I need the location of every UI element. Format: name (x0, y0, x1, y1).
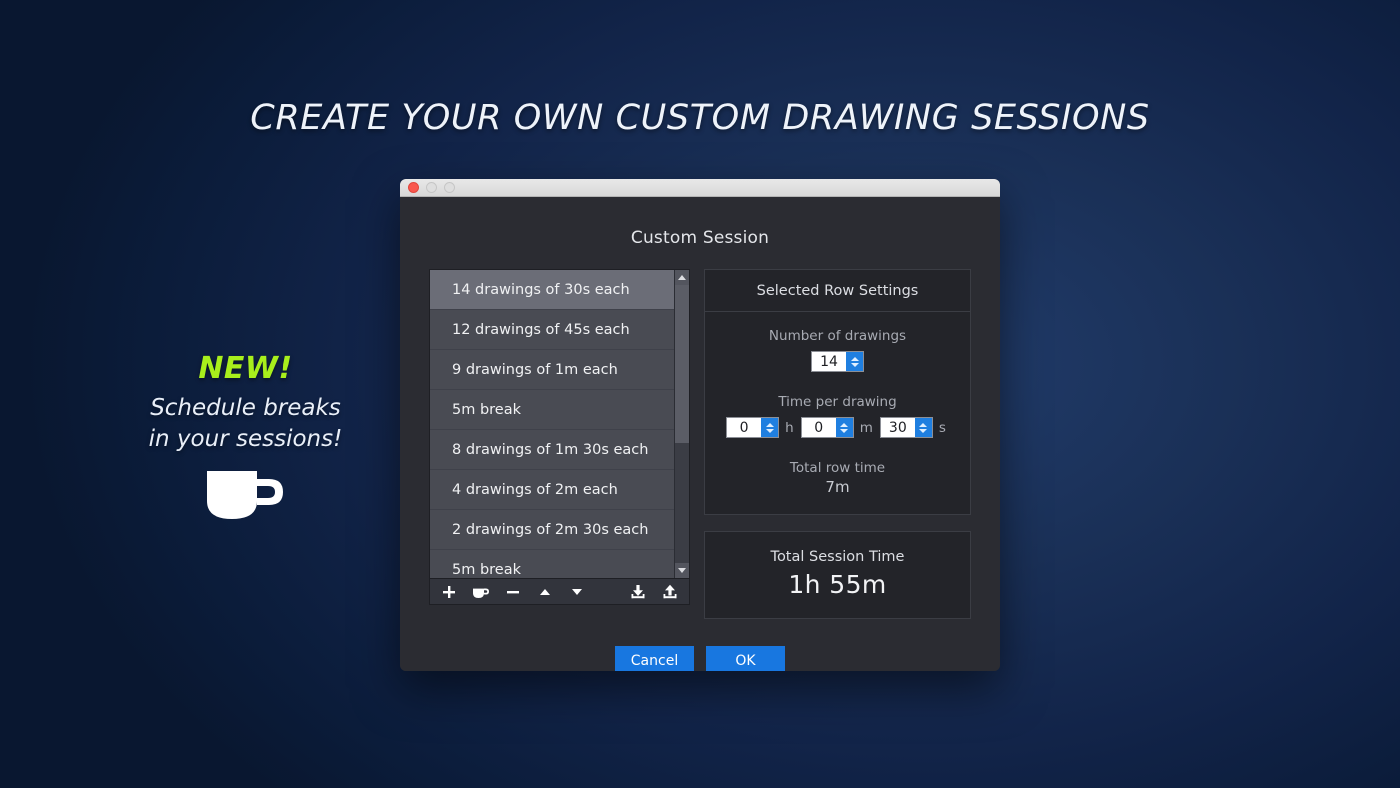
minutes-input[interactable]: 0 (801, 418, 836, 437)
dialog-content: 14 drawings of 30s each 12 drawings of 4… (400, 248, 1000, 619)
panel-body: Number of drawings 14 Time per drawing 0… (705, 312, 970, 514)
triangle-down-icon (678, 568, 687, 573)
chevron-down-icon[interactable] (840, 428, 849, 433)
minutes-stepper[interactable]: 0 (800, 417, 854, 438)
add-row-button[interactable] (440, 583, 458, 601)
chevron-up-icon[interactable] (919, 422, 928, 427)
list-item-label: 14 drawings of 30s each (452, 281, 630, 298)
minutes-unit: m (859, 419, 873, 436)
time-per-drawing-row: 0 h 0 m 30 s (705, 417, 970, 438)
list-item-label: 9 drawings of 1m each (452, 361, 618, 378)
total-row-time-label: Total row time (789, 460, 886, 476)
list-item-label: 4 drawings of 2m each (452, 481, 618, 498)
move-down-button[interactable] (568, 583, 586, 601)
remove-row-button[interactable] (504, 583, 522, 601)
chevron-down-icon[interactable] (850, 362, 859, 367)
move-up-button[interactable] (536, 583, 554, 601)
list-item-label: 5m break (452, 561, 522, 578)
list-toolbar (429, 579, 691, 605)
stepper-buttons[interactable] (761, 418, 779, 437)
list-item[interactable]: 5m break (430, 550, 675, 578)
dialog-footer: Cancel OK (400, 646, 1000, 671)
triangle-up-icon (540, 588, 550, 595)
session-list-column: 14 drawings of 30s each 12 drawings of 4… (429, 269, 691, 619)
total-row-time-value: 7m (825, 478, 850, 496)
promo-subtitle: Schedule breaks in your sessions! (148, 395, 343, 452)
plus-icon (443, 585, 455, 598)
list-scrollbar[interactable] (674, 270, 690, 578)
chevron-down-icon[interactable] (919, 428, 928, 433)
session-list[interactable]: 14 drawings of 30s each 12 drawings of 4… (429, 269, 691, 579)
window-titlebar[interactable] (400, 179, 1000, 197)
stepper-buttons[interactable] (835, 418, 853, 437)
list-item[interactable]: 2 drawings of 2m 30s each (430, 510, 675, 550)
total-row-time-block: Total row time 7m (705, 460, 970, 496)
stepper-buttons[interactable] (846, 352, 863, 371)
time-per-drawing-label: Time per drawing (778, 394, 897, 410)
list-item[interactable]: 12 drawings of 45s each (430, 310, 675, 350)
number-of-drawings-input[interactable]: 14 (812, 352, 846, 371)
import-button[interactable] (629, 583, 647, 601)
promo-block: NEW! Schedule breaks in your sessions! (143, 352, 348, 525)
seconds-stepper[interactable]: 30 (879, 417, 933, 438)
list-item[interactable]: 4 drawings of 2m each (430, 470, 675, 510)
list-item-label: 8 drawings of 1m 30s each (452, 441, 649, 458)
settings-column: Selected Row Settings Number of drawings… (704, 269, 971, 619)
list-item-label: 12 drawings of 45s each (452, 321, 630, 338)
hours-stepper[interactable]: 0 (726, 417, 780, 438)
total-session-time-panel: Total Session Time 1h 55m (704, 531, 971, 619)
scrollbar-track[interactable] (675, 285, 690, 563)
list-item-label: 5m break (452, 401, 522, 418)
hours-unit: h (785, 419, 794, 436)
stepper-buttons[interactable] (914, 418, 932, 437)
total-session-time-value: 1h 55m (788, 570, 887, 599)
chevron-up-icon[interactable] (840, 422, 849, 427)
number-of-drawings-label: Number of drawings (768, 328, 907, 344)
window-body: Custom Session 14 drawings of 30s each 1… (400, 197, 1000, 671)
cancel-button[interactable]: Cancel (615, 646, 694, 671)
app-window: Custom Session 14 drawings of 30s each 1… (400, 179, 1000, 671)
add-break-button[interactable] (472, 583, 490, 601)
upload-icon (663, 584, 677, 598)
total-session-time-label: Total Session Time (770, 549, 905, 565)
session-list-items[interactable]: 14 drawings of 30s each 12 drawings of 4… (430, 270, 675, 578)
scroll-down-button[interactable] (675, 563, 690, 578)
coffee-cup-icon (206, 470, 283, 519)
promo-cup-wrap (143, 467, 348, 525)
download-icon (631, 584, 645, 598)
minimize-icon[interactable] (426, 182, 437, 193)
minus-icon (507, 590, 519, 593)
selected-row-settings-panel: Selected Row Settings Number of drawings… (704, 269, 971, 515)
list-item[interactable]: 8 drawings of 1m 30s each (430, 430, 675, 470)
chevron-down-icon[interactable] (765, 428, 774, 433)
list-item[interactable]: 9 drawings of 1m each (430, 350, 675, 390)
chevron-up-icon[interactable] (765, 422, 774, 427)
page-headline: CREATE YOUR OWN CUSTOM DRAWING SESSIONS (250, 98, 1150, 138)
zoom-icon[interactable] (444, 182, 455, 193)
number-of-drawings-row: 14 (705, 351, 970, 372)
coffee-cup-icon (473, 585, 489, 598)
triangle-up-icon (678, 275, 687, 280)
seconds-unit: s (938, 419, 946, 436)
triangle-down-icon (572, 588, 582, 595)
list-item[interactable]: 14 drawings of 30s each (430, 270, 675, 310)
seconds-input[interactable]: 30 (880, 418, 915, 437)
close-icon[interactable] (408, 182, 419, 193)
export-button[interactable] (661, 583, 679, 601)
dialog-title: Custom Session (630, 228, 770, 248)
panel-title: Selected Row Settings (705, 270, 970, 312)
scroll-up-button[interactable] (675, 270, 690, 285)
hours-input[interactable]: 0 (727, 418, 762, 437)
scrollbar-thumb[interactable] (675, 285, 690, 444)
list-item-label: 2 drawings of 2m 30s each (452, 521, 649, 538)
ok-button[interactable]: OK (706, 646, 785, 671)
chevron-up-icon[interactable] (850, 356, 859, 361)
new-badge: NEW! (198, 351, 293, 386)
number-of-drawings-stepper[interactable]: 14 (811, 351, 864, 372)
list-item[interactable]: 5m break (430, 390, 675, 430)
